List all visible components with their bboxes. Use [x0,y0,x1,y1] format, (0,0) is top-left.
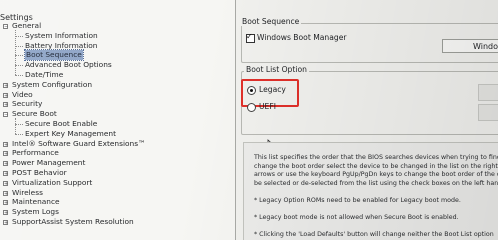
tree-item-label: Intel® Software Guard Extensions™ [12,138,146,148]
settings-tree-pane: Settings − General System Information Batte… [0,0,236,240]
tree-item-label: System Configuration [12,79,93,89]
info-text-line: This list specifies the order that the B… [254,154,498,161]
tree-item-label: Boot Sequence [24,49,84,62]
tree-item-label: Secure Boot [12,109,57,119]
tree-item-wireless[interactable]: + Wireless [0,188,235,198]
expand-icon[interactable]: + [3,170,8,176]
tree-item-battery-information[interactable]: Battery Information [0,41,235,51]
tree-item-label: Security [12,99,43,109]
expand-icon[interactable]: + [3,141,8,147]
tree-item-label: System Logs [12,207,59,217]
info-text-line: * Legacy boot mode is not allowed when S… [254,214,459,222]
tree-item-expert-key-management[interactable]: Expert Key Management [0,129,235,139]
tree-item-label: Secure Boot Enable [25,118,98,128]
info-text-line: arrows or use the keyboard PgUp/PgDn key… [254,171,498,179]
expand-icon[interactable]: + [3,161,8,167]
side-button-lower[interactable] [478,104,498,121]
expand-icon[interactable]: + [3,92,8,98]
tree-item-label: Video [12,89,33,99]
tree-item-date-time[interactable]: Date/Time [0,70,235,80]
tree-connector [15,65,23,67]
tree-vertical-connector [15,118,16,134]
uefi-radio-label[interactable]: UEFI [259,102,276,111]
tree-item-boot-sequence[interactable]: Boot Sequence [0,49,235,62]
tree-item-label: Performance [12,148,59,158]
expand-icon[interactable]: + [3,82,8,88]
tree-item-power-management[interactable]: + Power Management [0,158,235,168]
tree-item-system-configuration[interactable]: + System Configuration [0,80,235,90]
tree-item-maintenance[interactable]: + Maintenance [0,197,235,207]
tree-item-label: Wireless [12,187,43,197]
expand-icon[interactable]: + [3,102,8,108]
tree-connector [15,55,23,57]
windows-boot-manager-button[interactable]: Window [442,39,498,53]
tree-connector [15,45,23,47]
tree-item-secure-boot-enable[interactable]: Secure Boot Enable [0,119,235,129]
info-text-line: * Legacy Option ROMs need to be enabled … [254,197,461,204]
side-button-upper[interactable] [478,84,498,101]
expand-icon[interactable]: + [3,190,8,196]
windows-boot-manager-label[interactable]: Windows Boot Manager [257,33,347,42]
tree-item-label: General [12,21,42,30]
tree-item-general[interactable]: − General [0,21,235,31]
tree-item-supportassist-system-resolution[interactable]: + SupportAssist System Resolution [0,217,235,227]
tree-item-label: Date/Time [25,69,64,79]
boot-sequence-label: Boot Sequence [240,17,302,26]
tree-item-system-information[interactable]: System Information [0,31,235,41]
right-pane: Boot Sequence Windows Boot Manager Windo… [236,0,498,240]
tree-item-label: Maintenance [12,197,60,207]
tree-item-virtualization-support[interactable]: + Virtualization Support [0,178,235,188]
tree-item-performance[interactable]: + Performance [0,148,235,158]
expand-icon[interactable]: + [3,180,8,186]
tree-connector [15,133,23,135]
tree-item-security[interactable]: + Security [0,99,235,109]
info-panel: This list specifies the order that the B… [243,142,498,240]
expand-icon[interactable]: + [3,200,8,206]
tree-item-label: Battery Information [25,40,98,50]
tree-item-label: SupportAssist System Resolution [12,216,134,226]
expand-icon[interactable]: + [3,219,8,225]
settings-tree: − General System Information Battery Inform… [0,21,235,227]
tree-item-label: Expert Key Management [25,128,117,138]
collapse-icon[interactable]: − [3,24,8,30]
tree-item-secure-boot[interactable]: − Secure Boot [0,109,235,119]
tree-connector [15,74,23,76]
uefi-radio[interactable] [247,103,256,112]
tree-item-video[interactable]: + Video [0,90,235,100]
expand-icon[interactable]: + [3,151,8,157]
tree-item-post-behavior[interactable]: + POST Behavior [0,168,235,178]
tree-item-label: Advanced Boot Options [25,60,112,70]
info-text-line: * Clicking the 'Load Defaults' button wi… [254,231,494,239]
tree-vertical-connector [15,30,16,75]
info-text-line: be selected or de-selected from the list… [254,179,498,187]
tree-connector [15,35,23,37]
tree-item-system-logs[interactable]: + System Logs [0,207,235,217]
tree-item-label: POST Behavior [12,167,67,177]
tree-item-intel-software-guard-extensions[interactable]: + Intel® Software Guard Extensions™ [0,139,235,149]
tree-item-label: Virtualization Support [12,177,93,187]
tree-connector [15,123,23,125]
boot-list-option-label: Boot List Option [244,65,309,74]
windows-boot-manager-checkbox[interactable] [246,32,255,43]
tree-item-advanced-boot-options[interactable]: Advanced Boot Options [0,60,235,70]
expand-icon[interactable]: + [3,210,8,216]
collapse-icon[interactable]: − [3,112,8,118]
tree-item-label: System Information [25,30,98,40]
info-text-line: change the boot order select the device … [254,162,498,170]
tree-item-label: Power Management [12,158,86,168]
